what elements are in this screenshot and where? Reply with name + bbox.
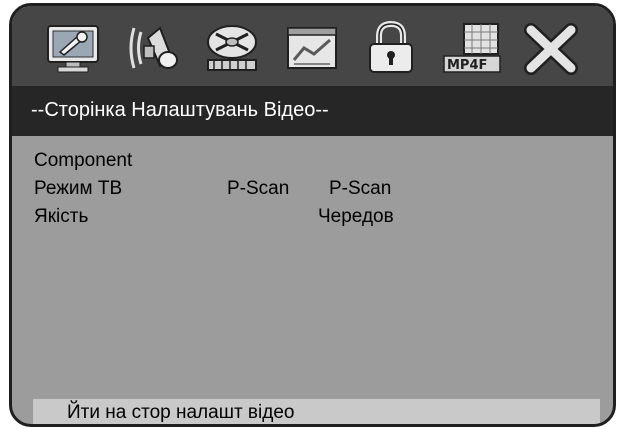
quality-label[interactable]: Якість	[34, 206, 88, 228]
video-setup-icon[interactable]	[202, 20, 262, 76]
tv-mode-label[interactable]: Режим ТВ	[34, 178, 122, 200]
page-title: --Сторінка Налаштувань Відео--	[31, 99, 329, 121]
audio-setup-icon[interactable]	[124, 20, 184, 76]
system-setup-icon[interactable]	[44, 20, 104, 76]
page-title-bar: --Сторінка Налаштувань Відео--	[12, 86, 613, 136]
tv-mode-value: P-Scan	[227, 178, 290, 199]
hint-text: Йти на стор налашт відео	[67, 402, 295, 423]
svg-text:MP4F: MP4F	[447, 58, 487, 73]
component-label[interactable]: Component	[34, 150, 132, 172]
preference-setup-icon[interactable]	[282, 20, 342, 76]
quality-value[interactable]: Чередов	[318, 206, 394, 228]
setup-icon-bar: MP4F	[12, 6, 613, 86]
hint-bar: Йти на стор налашт відео	[33, 399, 600, 424]
mpeg4-setup-icon[interactable]: MP4F	[442, 20, 502, 76]
exit-setup-icon[interactable]	[521, 20, 581, 76]
tv-mode-option[interactable]: P-Scan	[329, 178, 391, 200]
setup-menu-panel: MP4F --Сторінка Налаштувань Відео-- Comp…	[9, 3, 616, 427]
password-setup-icon[interactable]	[361, 20, 421, 76]
